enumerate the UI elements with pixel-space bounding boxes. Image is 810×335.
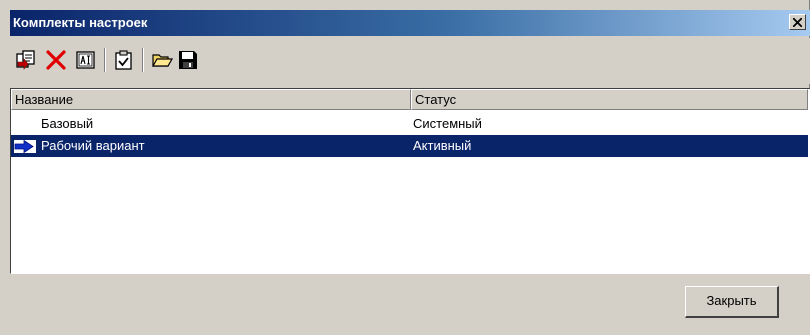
- settings-sets-table: Название Статус Базовый Системный Рабочи…: [10, 88, 810, 274]
- window-close-button[interactable]: [789, 14, 806, 30]
- close-button[interactable]: Закрыть: [685, 286, 779, 318]
- copy-set-button[interactable]: [14, 48, 38, 72]
- activate-button[interactable]: [112, 48, 136, 72]
- toolbar-separator: [104, 48, 106, 72]
- toolbar-separator: [142, 48, 144, 72]
- settings-sets-window: Комплекты настроек Название Статус Базов…: [0, 0, 810, 335]
- rename-icon: [76, 51, 95, 69]
- table-header: Название Статус: [11, 89, 810, 110]
- title-bar[interactable]: Комплекты настроек: [10, 10, 810, 36]
- close-icon: [792, 17, 803, 28]
- row-status: Системный: [413, 116, 482, 131]
- activate-icon: [115, 50, 132, 70]
- toolbar: [10, 38, 810, 84]
- row-status: Активный: [413, 138, 472, 153]
- column-header-name[interactable]: Название: [11, 89, 411, 110]
- copy-set-icon: [16, 50, 35, 70]
- column-header-status[interactable]: Статус: [411, 89, 808, 110]
- window-title: Комплекты настроек: [13, 15, 148, 30]
- table-row-selected[interactable]: Рабочий вариант Активный: [11, 135, 808, 157]
- rename-button[interactable]: [74, 48, 98, 72]
- save-icon: [179, 51, 197, 69]
- open-button[interactable]: [150, 48, 174, 72]
- row-name: Базовый: [41, 116, 94, 131]
- row-name: Рабочий вариант: [41, 138, 145, 153]
- current-row-arrow-icon: [14, 140, 36, 153]
- dialog-footer: Закрыть: [10, 274, 810, 335]
- delete-icon: [46, 50, 66, 70]
- delete-button[interactable]: [44, 48, 68, 72]
- open-folder-icon: [151, 54, 173, 67]
- table-row[interactable]: Базовый Системный: [11, 113, 808, 135]
- save-button[interactable]: [176, 48, 200, 72]
